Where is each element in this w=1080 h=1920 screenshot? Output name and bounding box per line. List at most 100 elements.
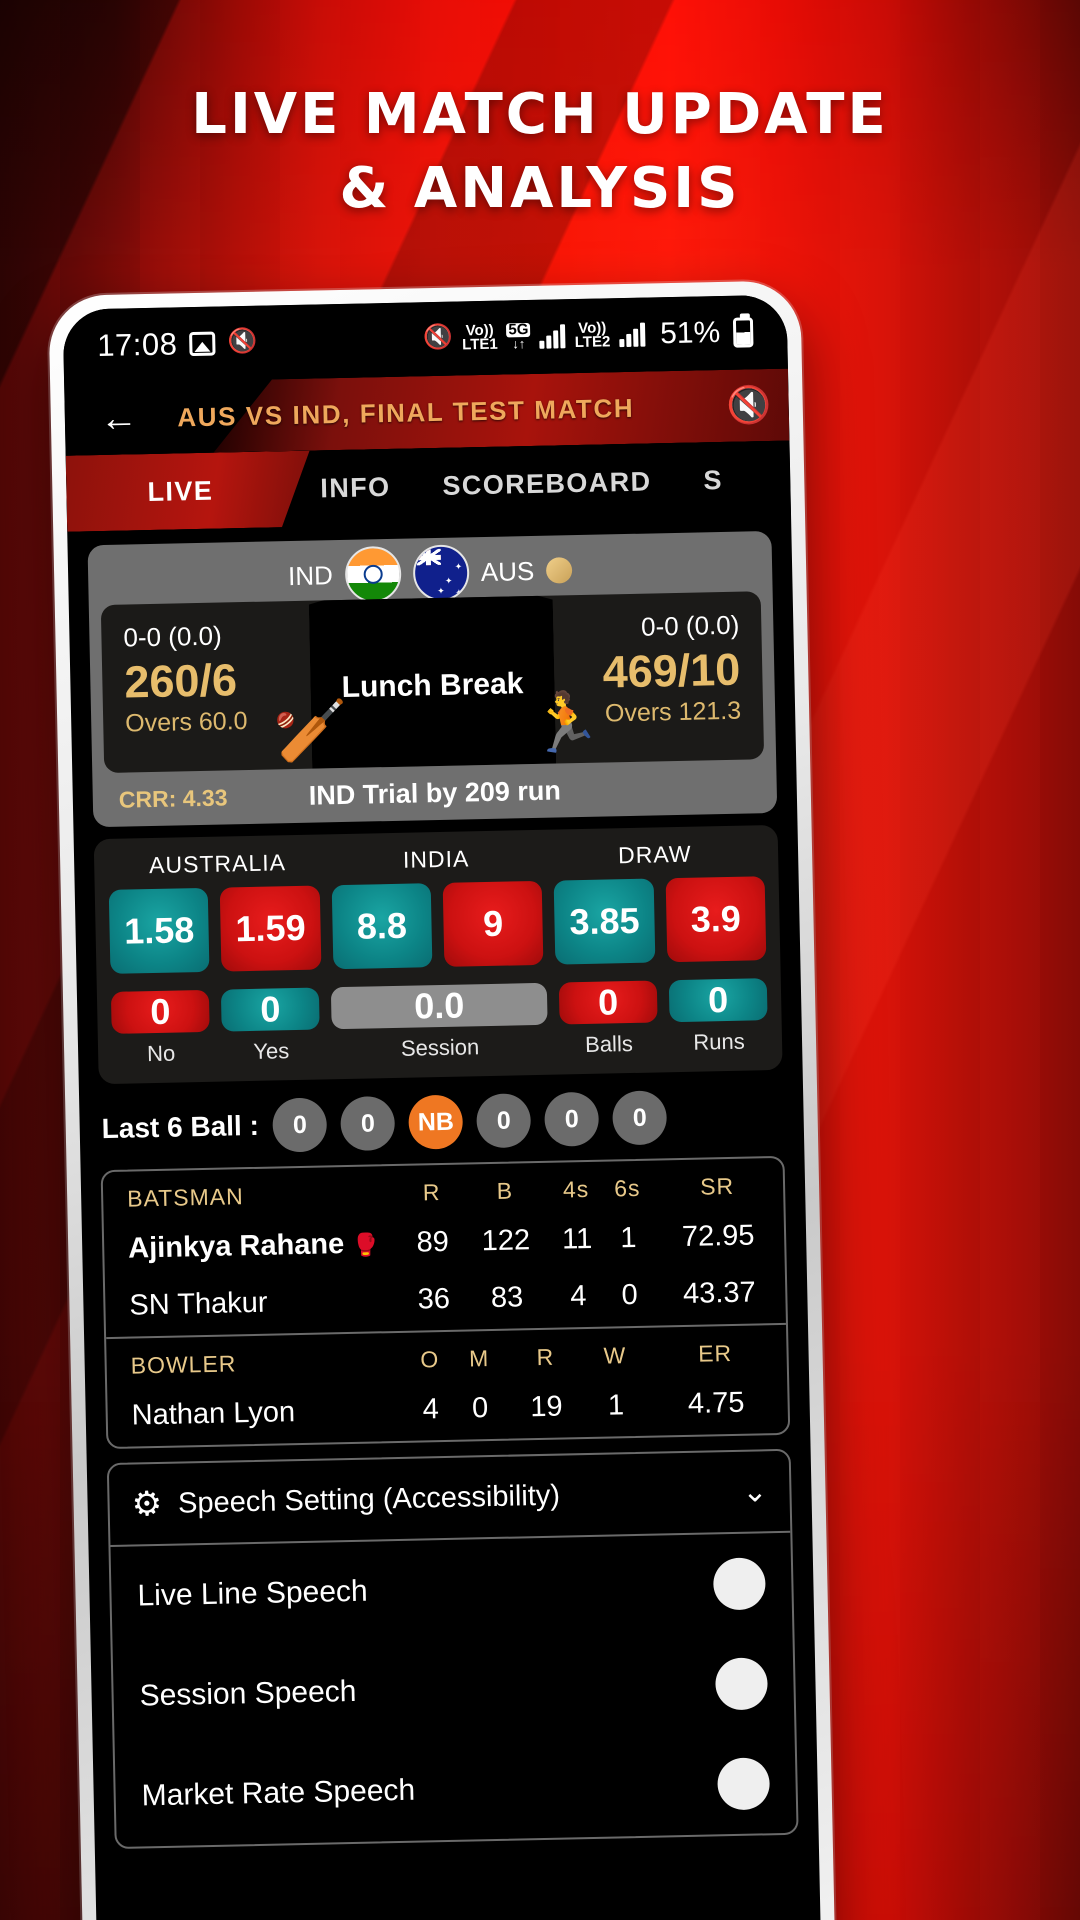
phone-mockup: 17:08 🔇 🔇 Vo)) LTE1 5G ↓↑ Vo)) LTE2 51%	[48, 280, 836, 1920]
batsman-name-1-text: Ajinkya Rahane	[127, 1228, 345, 1265]
bowler-table: BOWLER O M R W ER Nathan Lyon 4 0 19 1 4…	[106, 1325, 788, 1447]
volte1-icon: Vo)) LTE1	[462, 322, 498, 354]
speech-row-market-rate: Market Rate Speech	[115, 1733, 797, 1847]
speech-toggle-session[interactable]	[714, 1657, 769, 1711]
odds-lay-india[interactable]: 9	[442, 880, 544, 967]
session-item-session: 0.0 Session	[330, 982, 548, 1064]
promo-line-1: LIVE MATCH UPDATE	[191, 82, 889, 147]
odds-lay-australia[interactable]: 1.59	[220, 885, 322, 972]
batsman-sr-2: 43.37	[682, 1276, 756, 1310]
session-item-runs: 0 Runs	[668, 978, 769, 1056]
session-value-runs[interactable]: 0	[668, 978, 768, 1023]
bowler-runs-1: 19	[530, 1390, 563, 1424]
bowler-header-m: M	[468, 1345, 490, 1372]
ball-6[interactable]: 0	[612, 1090, 668, 1146]
session-value-balls[interactable]: 0	[558, 980, 658, 1025]
batsman-name-2: SN Thakur	[129, 1286, 268, 1322]
mute-toggle-icon[interactable]: 🔇	[708, 384, 789, 428]
odds-back-draw[interactable]: 3.85	[553, 878, 656, 965]
batsman-header-r: R	[422, 1179, 441, 1206]
signal-bars-1-icon	[539, 324, 566, 349]
chevron-down-icon[interactable]: ⌄	[742, 1474, 768, 1510]
battery-icon	[732, 317, 754, 348]
right-team-label: AUS	[480, 555, 535, 587]
back-button[interactable]: ←	[64, 397, 173, 440]
session-item-balls: 0 Balls	[558, 980, 659, 1058]
tab-scoreboard[interactable]: SCOREBOARD	[416, 443, 679, 524]
india-flag-icon	[344, 545, 402, 603]
speech-label-live-line: Live Line Speech	[137, 1574, 368, 1613]
session-value-session[interactable]: 0.0	[330, 982, 548, 1030]
volte2-bottom: LTE2	[574, 333, 611, 352]
striker-bat-icon: 🥊	[352, 1232, 380, 1258]
odds-header-row: AUSTRALIA INDIA DRAW	[108, 839, 764, 880]
last-six-label: Last 6 Ball :	[101, 1109, 260, 1145]
batsman-runs-1: 89	[416, 1225, 450, 1259]
bowler-header-er: ER	[697, 1339, 733, 1367]
tab-bar: LIVE INFO SCOREBOARD S	[65, 440, 792, 532]
bowler-wickets-1: 1	[607, 1389, 625, 1422]
session-value-yes[interactable]: 0	[220, 987, 320, 1032]
speech-settings-title: Speech Setting (Accessibility)	[177, 1479, 561, 1520]
status-bar-right: 🔇 Vo)) LTE1 5G ↓↑ Vo)) LTE2 51%	[423, 315, 754, 356]
speech-toggle-market-rate[interactable]	[717, 1757, 771, 1811]
bowler-overs-1: 4	[422, 1393, 440, 1426]
batsman-balls-2: 83	[490, 1281, 524, 1315]
batsman-icon: 🏏	[272, 696, 349, 766]
score-card: IND ✦ ✦ ✦ ✦ AUS 0-0 (0.0) 260/6 Overs 60…	[87, 530, 778, 828]
speech-label-session: Session Speech	[139, 1674, 357, 1713]
speech-toggle-live-line[interactable]	[712, 1557, 766, 1611]
volte2-icon: Vo)) LTE2	[574, 319, 611, 352]
batsman-sixes-2: 0	[621, 1278, 638, 1312]
bowler-header-name: BOWLER	[130, 1350, 237, 1379]
status-bar-left: 17:08 🔇	[97, 325, 258, 364]
session-item-yes: 0 Yes	[220, 987, 321, 1066]
batsman-header-4s: 4s	[562, 1175, 590, 1203]
odds-back-australia[interactable]: 1.58	[108, 887, 210, 974]
network-arrows: ↓↑	[512, 336, 526, 352]
speech-row-session: Session Speech	[113, 1633, 795, 1747]
ball-1[interactable]: 0	[272, 1097, 328, 1153]
odds-column-draw: DRAW	[617, 840, 692, 869]
volte1-bottom: LTE1	[462, 335, 498, 354]
tab-more[interactable]: S	[677, 441, 750, 518]
session-label-runs: Runs	[693, 1028, 745, 1055]
bowler-header-o: O	[420, 1346, 440, 1373]
ringer-mute-icon: 🔇	[422, 323, 454, 352]
signal-bars-2-icon	[619, 322, 646, 348]
bowler-header-w: W	[603, 1342, 627, 1369]
session-item-no: 0 No	[110, 989, 211, 1068]
status-time: 17:08	[96, 326, 178, 364]
trail-status: IND Trial by 209 run	[308, 774, 562, 811]
bowler-icon: 🏃	[528, 689, 603, 757]
session-label-yes: Yes	[253, 1038, 290, 1064]
batsman-header-6s: 6s	[613, 1174, 641, 1202]
promo-headline: LIVE MATCH UPDATE & ANALYSIS	[0, 78, 1080, 226]
batsman-header-b: B	[496, 1177, 514, 1204]
odds-back-india[interactable]: 8.8	[331, 883, 433, 970]
batsman-header-sr: SR	[699, 1172, 735, 1200]
network-5g-icon: 5G ↓↑	[506, 321, 531, 352]
ball-2[interactable]: 0	[340, 1095, 396, 1152]
odds-lay-draw[interactable]: 3.9	[665, 876, 767, 963]
session-label-no: No	[146, 1040, 176, 1067]
tab-live[interactable]: LIVE	[66, 451, 296, 532]
batsman-header-name: BATSMAN	[126, 1183, 244, 1212]
speech-settings-header[interactable]: ⚙ Speech Setting (Accessibility) ⌄	[109, 1451, 791, 1545]
session-value-no[interactable]: 0	[110, 989, 210, 1034]
score-body: 0-0 (0.0) 260/6 Overs 60.0 🏏 Lunch Break…	[100, 591, 765, 773]
ball-3[interactable]: NB	[408, 1094, 464, 1150]
image-icon	[189, 331, 216, 357]
batsman-name-1: Ajinkya Rahane 🥊	[104, 1217, 404, 1280]
phone-screen: 17:08 🔇 🔇 Vo)) LTE1 5G ↓↑ Vo)) LTE2 51%	[62, 294, 822, 1920]
bowler-maidens-1: 0	[471, 1392, 489, 1425]
players-panel: BATSMAN R B 4s 6s SR Ajinkya Rahane 🥊 89…	[100, 1155, 791, 1450]
ball-4[interactable]: 0	[476, 1093, 532, 1149]
tab-info[interactable]: INFO	[294, 448, 418, 527]
bowler-econ-1: 4.75	[687, 1386, 745, 1420]
odds-column-australia: AUSTRALIA	[148, 849, 287, 879]
ball-5[interactable]: 0	[544, 1091, 600, 1147]
speech-settings-panel: ⚙ Speech Setting (Accessibility) ⌄ Live …	[106, 1448, 799, 1850]
batsman-fours-1: 11	[561, 1222, 593, 1256]
australia-flag-icon: ✦ ✦ ✦ ✦	[412, 544, 470, 602]
